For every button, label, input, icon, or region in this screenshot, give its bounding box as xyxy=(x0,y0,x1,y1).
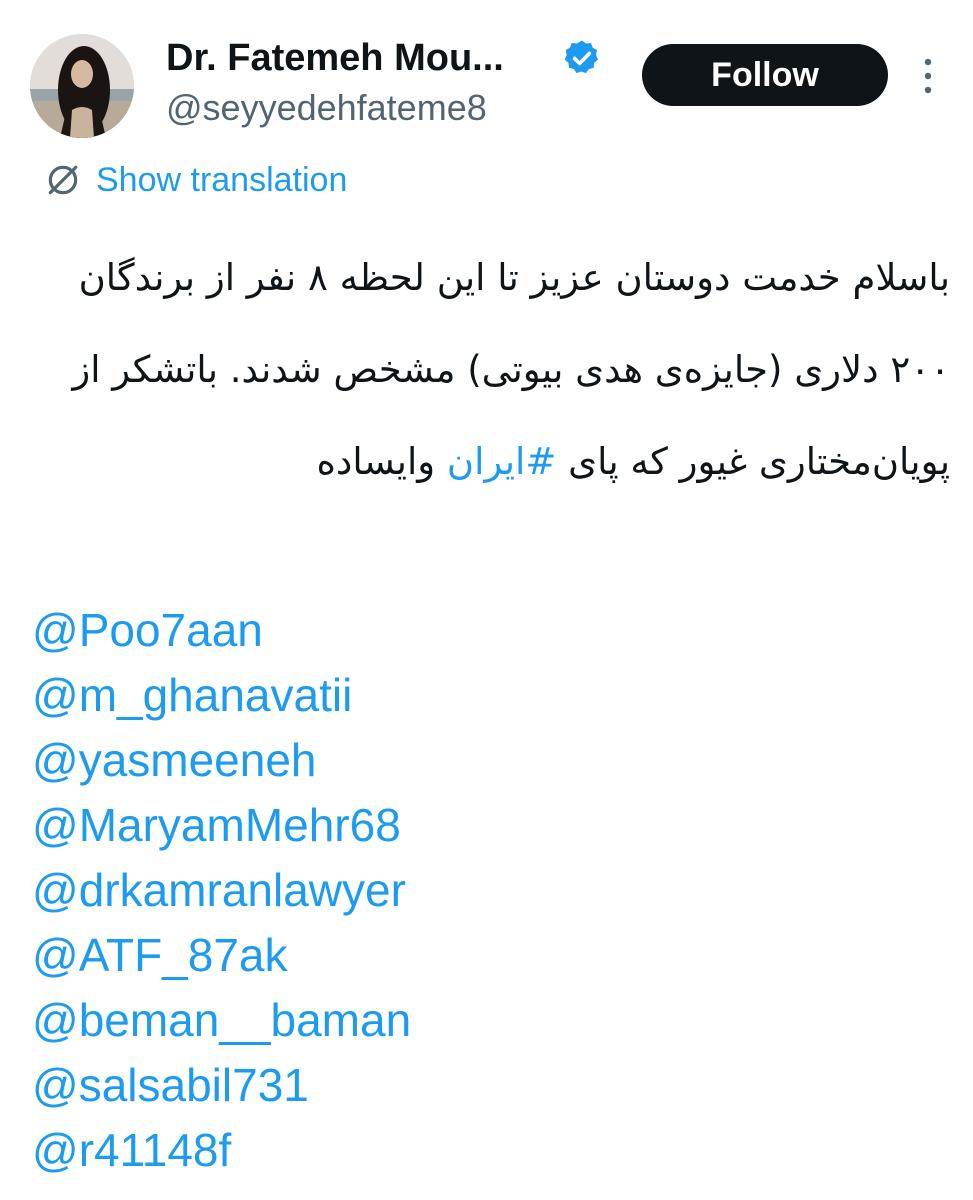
mention-link[interactable]: @Poo7aan xyxy=(32,598,411,663)
author-handle[interactable]: @seyyedehfateme8 xyxy=(166,86,487,130)
mention-link[interactable]: @salsabil731 xyxy=(32,1053,411,1118)
mention-link[interactable]: @drkamranlawyer xyxy=(32,858,411,923)
mention-list: @Poo7aan @m_ghanavatii @yasmeeneh @Marya… xyxy=(32,598,411,1183)
mention-link[interactable]: @r41148f xyxy=(32,1118,411,1183)
mention-link[interactable]: @ATF_87ak xyxy=(32,923,411,988)
follow-button[interactable]: Follow xyxy=(642,44,888,106)
mention-link[interactable]: @yasmeeneh xyxy=(32,728,411,793)
avatar-image xyxy=(30,34,134,138)
tweet-text: باسلام خدمت دوستان عزیز تا این لحظه ۸ نف… xyxy=(30,232,950,508)
mention-link[interactable]: @m_ghanavatii xyxy=(32,663,411,728)
mention-link[interactable]: @MaryamMehr68 xyxy=(32,793,411,858)
author-avatar[interactable] xyxy=(30,34,134,138)
mention-link[interactable]: @beman__baman xyxy=(32,988,411,1053)
show-translation-link[interactable]: Show translation xyxy=(44,158,347,202)
tweet-body-end: وایساده xyxy=(316,440,436,483)
show-translation-label: Show translation xyxy=(96,160,348,199)
more-vertical-icon[interactable] xyxy=(916,56,940,96)
hashtag-link[interactable]: #ایران xyxy=(447,440,556,483)
translate-globe-icon xyxy=(48,165,78,195)
author-display-name[interactable]: Dr. Fatemeh Mou... xyxy=(166,34,504,82)
verified-badge-icon[interactable] xyxy=(562,38,602,78)
